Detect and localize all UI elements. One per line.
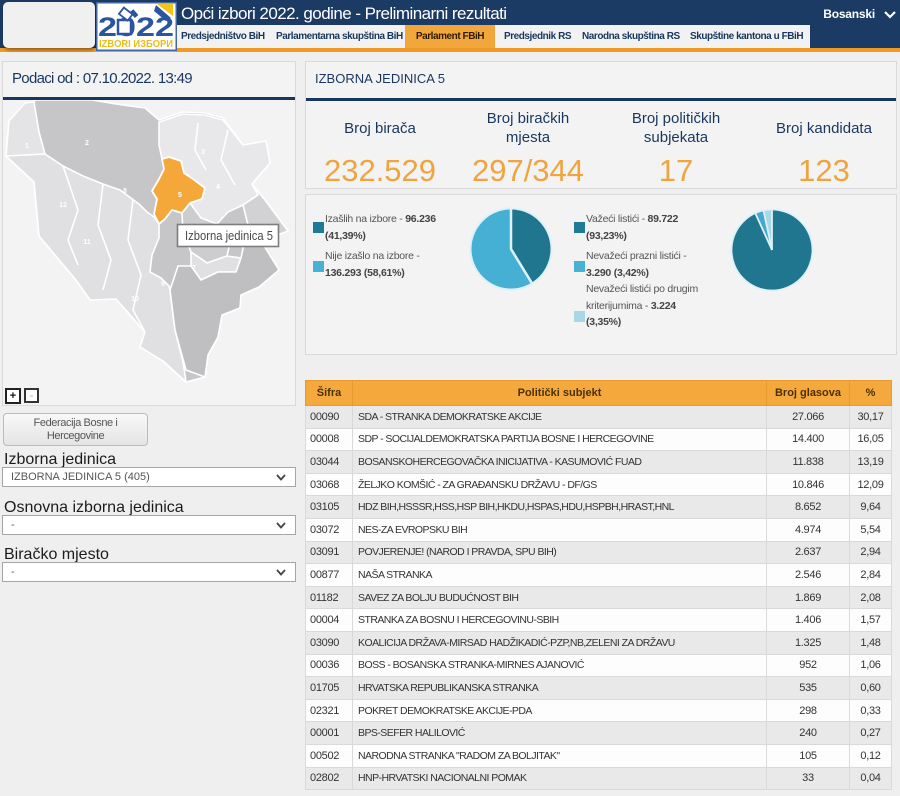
svg-text:10: 10 [131,296,139,303]
svg-text:4: 4 [216,184,220,191]
svg-text:3: 3 [201,149,205,156]
svg-text:7: 7 [192,265,196,272]
svg-text:11: 11 [83,239,91,246]
svg-text:5: 5 [178,192,182,199]
svg-text:Izborna jedinica 5: Izborna jedinica 5 [185,229,273,243]
svg-text:8: 8 [123,188,127,195]
svg-text:12: 12 [59,202,67,209]
svg-text:IZBORI ИЗБОРИ: IZBORI ИЗБОРИ [99,39,173,50]
svg-text:9: 9 [161,281,165,288]
svg-text:1: 1 [25,143,29,150]
svg-text:2: 2 [85,140,89,147]
